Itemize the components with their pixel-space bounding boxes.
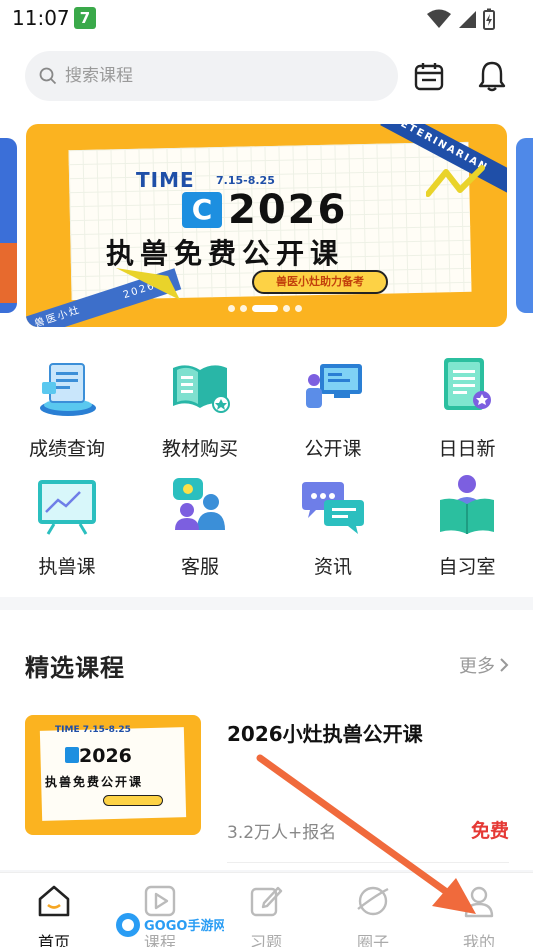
grid-item-daily-news[interactable]: 日日新 bbox=[417, 354, 517, 464]
customer-service-icon bbox=[173, 478, 225, 530]
grid-label: 教材购买 bbox=[161, 438, 238, 460]
textbook-icon bbox=[173, 365, 230, 413]
tab-label: 我的 bbox=[462, 933, 495, 947]
more-label: 更多 bbox=[459, 656, 495, 677]
open-class-icon bbox=[306, 364, 362, 408]
banner-dots bbox=[228, 305, 302, 312]
grid-item-textbook[interactable]: 教材购买 bbox=[150, 354, 250, 464]
banner-tag: 兽医小灶助力备考 bbox=[252, 270, 388, 294]
grid-label: 资讯 bbox=[313, 556, 352, 578]
daily-news-icon bbox=[444, 358, 491, 410]
course-enroll-count: 3.2万人+报名 bbox=[227, 823, 337, 843]
tab-home[interactable]: 首页 bbox=[14, 883, 94, 947]
tab-label: 首页 bbox=[37, 933, 70, 947]
search-bar[interactable] bbox=[25, 51, 398, 101]
grid-label: 自习室 bbox=[438, 556, 496, 578]
tab-course[interactable]: 课程 bbox=[120, 883, 200, 947]
brand-logo-icon: C bbox=[182, 192, 222, 228]
course-thumbnail[interactable]: TIME 7.15-8.25 2026 执兽免费公开课 bbox=[25, 715, 201, 835]
thumb-tag bbox=[103, 795, 163, 806]
tab-label: 习题 bbox=[249, 933, 282, 947]
thumb-year: 2026 bbox=[79, 745, 132, 767]
ribbon-decoration-icon bbox=[116, 268, 180, 300]
status-bar: 11:07 7 bbox=[0, 0, 533, 36]
signal-icon bbox=[459, 11, 476, 28]
feature-grid: 成绩查询 教材购买 公开课 日日新 执兽课 客服 资讯 自习室 bbox=[0, 336, 533, 597]
grid-label: 公开课 bbox=[304, 438, 362, 460]
banner-dates: 7.15-8.25 bbox=[216, 174, 275, 187]
grid-label: 执兽课 bbox=[38, 556, 96, 578]
bell-icon bbox=[478, 61, 506, 92]
notification-badge-icon: 7 bbox=[74, 7, 96, 29]
tab-label: 圈子 bbox=[356, 933, 389, 947]
home-icon bbox=[38, 885, 70, 917]
status-time: 11:07 bbox=[12, 6, 70, 30]
banner-year-text: 2026 bbox=[228, 187, 348, 233]
app-screen: 11:07 7 VETERINARIAN 兽医小灶 2026 bbox=[0, 0, 533, 947]
battery-icon bbox=[483, 8, 495, 30]
news-chat-icon bbox=[302, 482, 364, 534]
search-input[interactable] bbox=[65, 66, 345, 86]
play-course-icon bbox=[144, 885, 176, 917]
grid-item-open-class[interactable]: 公开课 bbox=[283, 354, 383, 464]
banner-slide[interactable]: VETERINARIAN 兽医小灶 2026 TIME 7.15-8.25 C … bbox=[26, 124, 507, 327]
banner-next-peek[interactable] bbox=[516, 138, 533, 313]
banner-dot[interactable] bbox=[228, 305, 235, 312]
profile-icon bbox=[464, 886, 494, 918]
banner-dot-active[interactable] bbox=[252, 305, 278, 312]
banner-prev-peek[interactable] bbox=[0, 138, 17, 313]
calendar-icon bbox=[414, 63, 444, 91]
divider bbox=[227, 862, 509, 863]
status-icons bbox=[427, 8, 495, 30]
search-icon bbox=[39, 67, 57, 85]
thumb-time: TIME 7.15-8.25 bbox=[55, 725, 131, 735]
notification-button[interactable] bbox=[474, 58, 510, 94]
tab-community[interactable]: 圈子 bbox=[333, 883, 413, 947]
score-query-icon bbox=[40, 363, 96, 416]
banner-dot[interactable] bbox=[283, 305, 290, 312]
banner-year: C 2026 bbox=[182, 190, 347, 230]
grid-label: 客服 bbox=[180, 556, 219, 578]
tab-label: 课程 bbox=[143, 933, 176, 947]
course-price: 免费 bbox=[470, 820, 509, 842]
thumb-headline: 执兽免费公开课 bbox=[45, 775, 144, 789]
wifi-icon bbox=[427, 9, 451, 28]
chevron-right-icon bbox=[500, 658, 509, 672]
banner-dot[interactable] bbox=[240, 305, 247, 312]
brand-logo-icon bbox=[65, 747, 79, 763]
zigzag-decoration-icon bbox=[426, 165, 485, 197]
grid-item-news[interactable]: 资讯 bbox=[283, 472, 383, 582]
edit-exercise-icon bbox=[250, 886, 283, 917]
banner-corner-label: 兽医小灶 bbox=[33, 304, 83, 327]
section-title: 精选课程 bbox=[25, 654, 125, 682]
grid-item-score-query[interactable]: 成绩查询 bbox=[17, 354, 117, 464]
featured-section: 精选课程 更多 TIME 7.15-8.25 2026 执兽免费公开课 2026… bbox=[0, 610, 533, 870]
banner-carousel[interactable]: VETERINARIAN 兽医小灶 2026 TIME 7.15-8.25 C … bbox=[0, 116, 533, 336]
grid-item-vet-course[interactable]: 执兽课 bbox=[17, 472, 117, 582]
grid-label: 成绩查询 bbox=[28, 438, 105, 460]
grid-item-customer-service[interactable]: 客服 bbox=[150, 472, 250, 582]
bottom-tab-bar: 首页 课程 习题 圈子 我的 bbox=[0, 872, 533, 947]
banner-dot[interactable] bbox=[295, 305, 302, 312]
grid-label: 日日新 bbox=[438, 438, 496, 460]
tab-profile[interactable]: 我的 bbox=[439, 883, 519, 947]
header bbox=[0, 36, 533, 116]
grid-item-study-room[interactable]: 自习室 bbox=[417, 472, 517, 582]
calendar-button[interactable] bbox=[411, 58, 447, 94]
more-link[interactable]: 更多 bbox=[459, 652, 509, 678]
study-room-icon bbox=[440, 475, 494, 534]
course-title[interactable]: 2026小灶执兽公开课 bbox=[227, 718, 423, 747]
tab-exercise[interactable]: 习题 bbox=[226, 883, 306, 947]
vet-course-icon bbox=[38, 480, 96, 535]
circle-community-icon bbox=[357, 886, 389, 916]
banner-time-label: TIME bbox=[136, 168, 195, 192]
